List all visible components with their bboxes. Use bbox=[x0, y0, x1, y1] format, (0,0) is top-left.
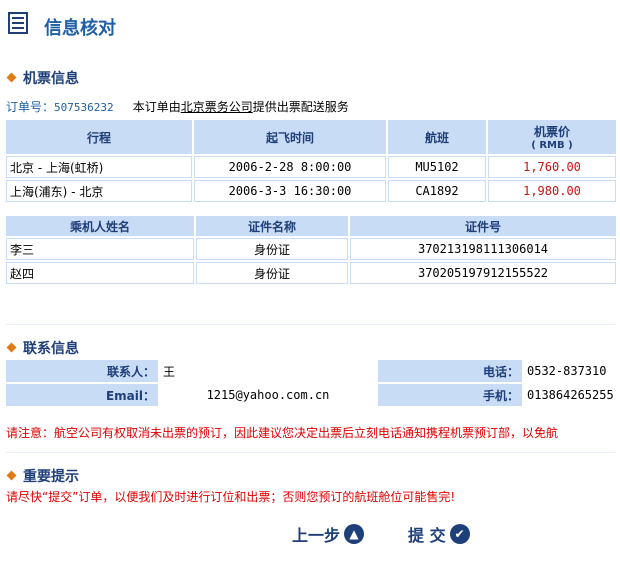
flight-price: 1,760.00 bbox=[488, 156, 616, 178]
submit-label: 提 交 bbox=[408, 526, 446, 545]
phone-label: 电话： bbox=[378, 360, 522, 382]
flight-number: CA1892 bbox=[388, 180, 486, 202]
passenger-name: 赵四 bbox=[6, 262, 194, 284]
flight-route: 上海(浦东) - 北京 bbox=[6, 180, 192, 202]
email-value: 1215@yahoo.com.cn bbox=[160, 384, 376, 406]
company-link[interactable]: 北京票务公司 bbox=[181, 100, 253, 114]
flight-header-route: 行程 bbox=[6, 120, 192, 154]
section-divider bbox=[6, 452, 616, 453]
check-icon: ✔ bbox=[449, 524, 470, 544]
passenger-doc-no: 370213198111306014 bbox=[350, 238, 616, 260]
contact-section-title: 联系信息 bbox=[6, 338, 79, 358]
diamond-icon bbox=[6, 342, 17, 352]
arrow-up-icon: ▲ bbox=[344, 524, 365, 544]
flight-header-time: 起飞时间 bbox=[194, 120, 386, 154]
contact-label: 联系人： bbox=[6, 360, 158, 382]
mobile-value: 013864265255 bbox=[524, 384, 620, 406]
flight-header-flight: 航班 bbox=[388, 120, 486, 154]
order-number: 507536232 bbox=[54, 101, 114, 114]
order-line: 订单号：507536232 本订单由北京票务公司提供出票配送服务 bbox=[6, 100, 349, 114]
flight-header-price: 机票价 ( RMB ) bbox=[488, 120, 616, 154]
table-row: 李三 身份证 370213198111306014 bbox=[6, 238, 616, 260]
diamond-icon bbox=[6, 72, 17, 82]
email-label: Email： bbox=[6, 384, 158, 406]
prev-step-label: 上一步 bbox=[292, 526, 341, 545]
contact-table: 联系人： 王 电话： 0532-837310 Email： 1215@yahoo… bbox=[4, 358, 620, 408]
ticket-section-title: 机票信息 bbox=[6, 68, 79, 88]
passenger-header-doctype: 证件名称 bbox=[196, 216, 348, 236]
contact-value: 王 bbox=[160, 360, 376, 382]
section-divider bbox=[6, 324, 616, 325]
passenger-name: 李三 bbox=[6, 238, 194, 260]
table-row: 赵四 身份证 370205197912155522 bbox=[6, 262, 616, 284]
prev-step-button[interactable]: 上一步 ▲ bbox=[292, 522, 365, 546]
flight-number: MU5102 bbox=[388, 156, 486, 178]
mobile-label: 手机： bbox=[378, 384, 522, 406]
diamond-icon bbox=[6, 470, 17, 480]
table-row: 上海(浦东) - 北京 2006-3-3 16:30:00 CA1892 1,9… bbox=[6, 180, 616, 202]
flight-time: 2006-3-3 16:30:00 bbox=[194, 180, 386, 202]
submit-button[interactable]: 提 交 ✔ bbox=[408, 522, 470, 546]
order-label: 订单号： bbox=[6, 100, 55, 114]
passenger-doc-type: 身份证 bbox=[196, 238, 348, 260]
passenger-header-docno: 证件号 bbox=[350, 216, 616, 236]
table-row: 北京 - 上海(虹桥) 2006-2-28 8:00:00 MU5102 1,7… bbox=[6, 156, 616, 178]
passenger-table: 乘机人姓名 证件名称 证件号 李三 身份证 370213198111306014… bbox=[4, 214, 618, 286]
passenger-doc-no: 370205197912155522 bbox=[350, 262, 616, 284]
tips-text: 请尽快“提交”订单，以便我们及时进行订位和出票；否则您预订的航班舱位可能售完! bbox=[6, 490, 456, 504]
passenger-header-name: 乘机人姓名 bbox=[6, 216, 194, 236]
flight-time: 2006-2-28 8:00:00 bbox=[194, 156, 386, 178]
flight-route: 北京 - 上海(虹桥) bbox=[6, 156, 192, 178]
page-title: 信息核对 bbox=[44, 18, 116, 39]
phone-value: 0532-837310 bbox=[524, 360, 620, 382]
flight-price: 1,980.00 bbox=[488, 180, 616, 202]
passenger-doc-type: 身份证 bbox=[196, 262, 348, 284]
tips-section-title: 重要提示 bbox=[6, 466, 79, 486]
document-icon bbox=[8, 12, 28, 34]
warning-text: 请注意：航空公司有权取消未出票的预订，因此建议您决定出票后立刻电话通知携程机票预… bbox=[6, 426, 559, 440]
flight-table: 行程 起飞时间 航班 机票价 ( RMB ) 北京 - 上海(虹桥) 2006-… bbox=[4, 118, 618, 204]
